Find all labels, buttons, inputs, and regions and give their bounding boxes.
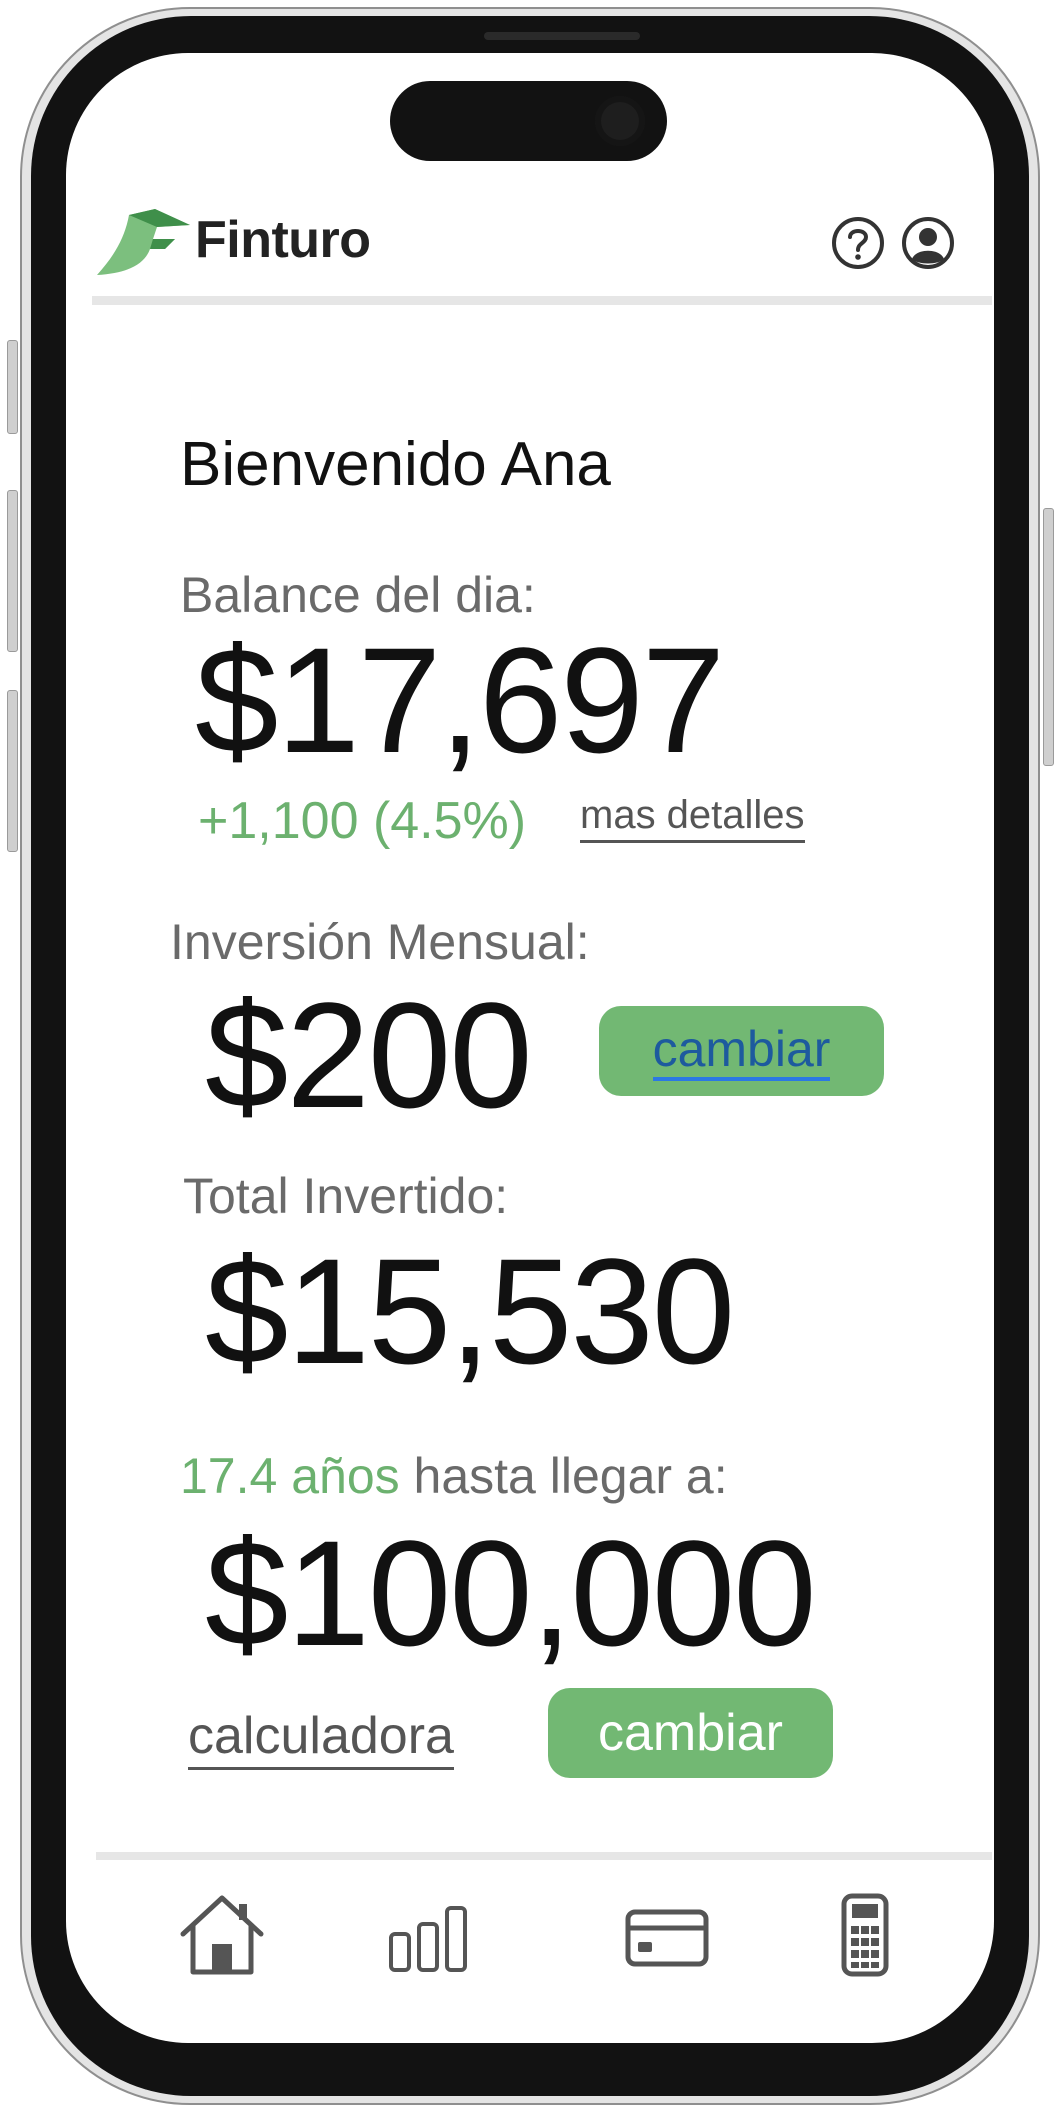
monthly-investment-label: Inversión Mensual: [170, 914, 590, 970]
total-invested-amount: $15,530 [205, 1227, 735, 1395]
side-button-volume-down [7, 690, 18, 852]
goal-label: 17.4 años hasta llegar a: [180, 1446, 728, 1506]
finturo-logo-icon [97, 209, 190, 275]
details-link[interactable]: mas detalles [580, 790, 805, 843]
side-button-power [1043, 508, 1054, 766]
app-name: Finturo [195, 211, 371, 269]
bottom-nav-divider [96, 1852, 992, 1860]
balance-amount: $17,697 [195, 616, 725, 784]
goal-label-rest: hasta llegar a: [399, 1448, 728, 1504]
goal-years: 17.4 años [180, 1448, 400, 1504]
speaker-slit [484, 32, 640, 40]
dynamic-island [390, 81, 667, 161]
header-divider [92, 296, 992, 305]
change-button-label: cambiar [652, 1021, 831, 1081]
bar-chart-icon[interactable] [383, 1890, 473, 1980]
side-button-volume-up [7, 490, 18, 652]
change-goal-button-label: cambiar [598, 1704, 783, 1762]
front-camera [595, 96, 645, 146]
change-goal-button[interactable]: cambiar [548, 1688, 833, 1778]
goal-amount: $100,000 [205, 1509, 817, 1677]
welcome-heading: Bienvenido Ana [180, 430, 611, 499]
home-icon[interactable] [177, 1890, 267, 1980]
credit-card-icon[interactable] [622, 1890, 712, 1980]
calculator-icon[interactable] [820, 1890, 910, 1980]
change-monthly-investment-button[interactable]: cambiar [599, 1006, 884, 1096]
side-button-action [7, 340, 18, 434]
help-circle-icon[interactable] [830, 215, 886, 271]
balance-change: +1,100 (4.5%) [198, 792, 527, 850]
total-invested-label: Total Invertido: [183, 1168, 509, 1224]
monthly-investment-amount: $200 [205, 971, 533, 1139]
calculator-link[interactable]: calculadora [188, 1705, 454, 1770]
user-circle-icon[interactable] [900, 215, 956, 271]
